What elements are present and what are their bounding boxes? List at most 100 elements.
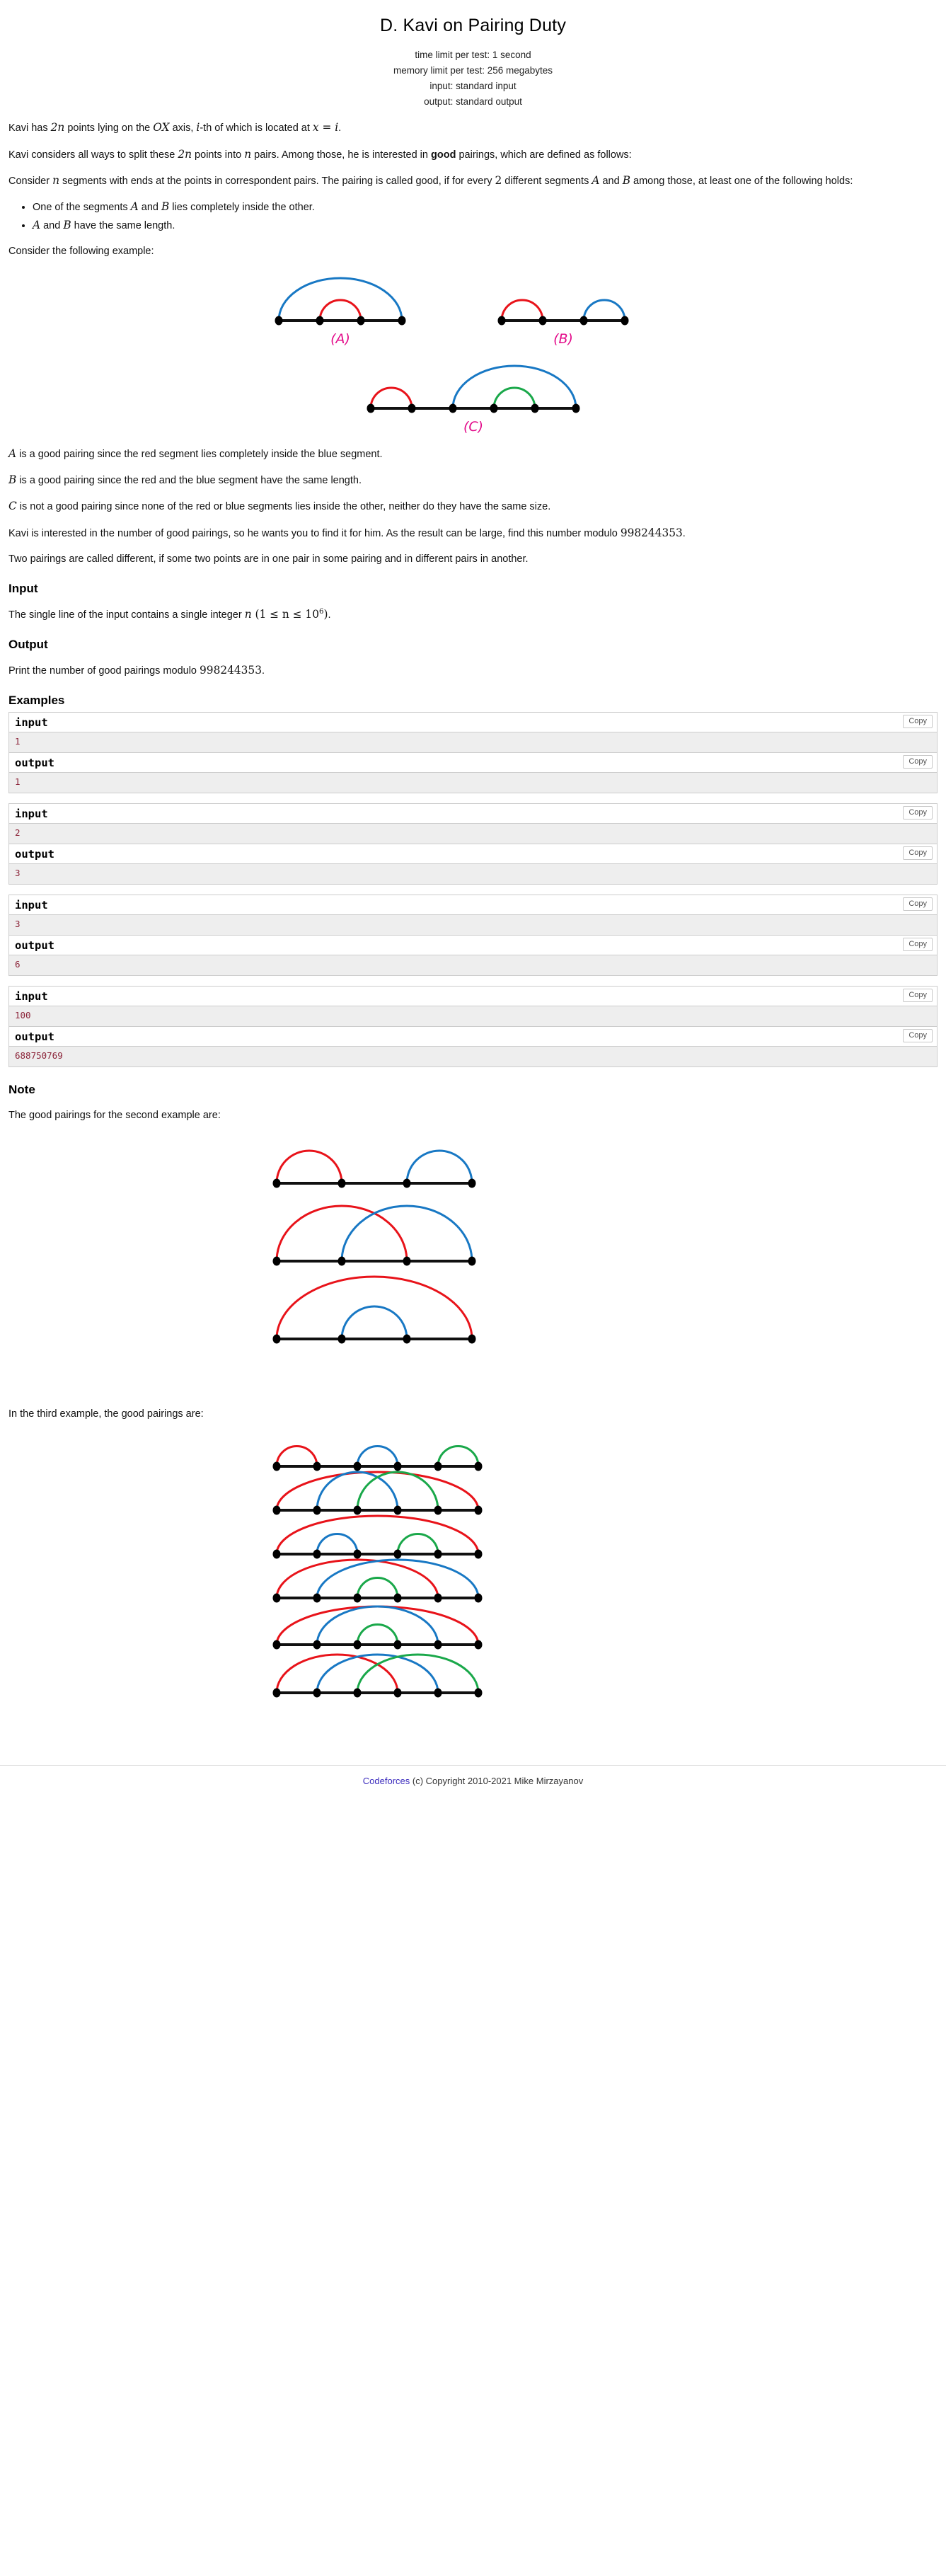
axis-point (490, 403, 497, 413)
note-line-1: The good pairings for the second example… (8, 1110, 221, 1122)
axis-point (313, 1549, 321, 1559)
axis-point (572, 403, 579, 413)
axis-point (468, 1334, 475, 1344)
sample-test: input Copy 2 output Copy 3 (8, 803, 938, 885)
axis-point (338, 1334, 345, 1344)
axis-point (579, 316, 587, 326)
copy-output-button[interactable]: Copy (903, 1029, 933, 1043)
arc-blue (340, 1305, 408, 1340)
figure-note-n3 (0, 1432, 946, 1737)
axis-point (449, 403, 456, 413)
note-line-2: In the third example, the good pairings … (8, 1408, 204, 1420)
copy-output-button[interactable]: Copy (903, 938, 933, 952)
copy-input-button[interactable]: Copy (903, 715, 933, 729)
statement-paragraph-1: Kavi has 2n points lying on the OX axis,… (8, 120, 938, 135)
figure-note-n2 (0, 1134, 946, 1367)
text-fragment: . (261, 665, 265, 677)
axis-point (313, 1461, 321, 1471)
axis-point (398, 316, 405, 326)
axis-point (403, 1178, 410, 1188)
axis-point (272, 1549, 280, 1559)
text-fragment: and (40, 219, 64, 231)
arc-green (396, 1533, 439, 1556)
axis-point (272, 1688, 280, 1698)
codeforces-link[interactable]: Codeforces (363, 1776, 410, 1786)
sample-test: input Copy 1 output Copy 1 (8, 712, 938, 794)
math-2n: 2n (178, 147, 192, 161)
axis-point (393, 1461, 401, 1471)
sample-test: input Copy 100 output Copy 688750769 (8, 986, 938, 1068)
axis-point (531, 403, 538, 413)
axis-point (313, 1505, 321, 1515)
text-fragment: is a good pairing since the red segment … (16, 449, 383, 461)
axis-point (403, 1334, 410, 1344)
copy-output-button[interactable]: Copy (903, 755, 933, 769)
axis-point (474, 1549, 482, 1559)
math-n: n (244, 608, 252, 621)
arc-green (492, 386, 536, 410)
text-fragment: Kavi considers all ways to split these (8, 149, 178, 161)
arc-red (275, 1514, 479, 1556)
axis-point (474, 1688, 482, 1698)
axis-point (468, 1256, 475, 1266)
math-a: A (33, 218, 41, 231)
copyright-text: (c) Copyright 2010-2021 Mike Mirzayanov (410, 1776, 584, 1787)
text-fragment: is not a good pairing since none of the … (16, 501, 551, 513)
math-modulus: 998244353 (620, 526, 683, 539)
axis-point (393, 1549, 401, 1559)
axis-point (338, 1178, 345, 1188)
arc-blue (582, 299, 625, 322)
text-fragment: . (328, 609, 331, 621)
sample-output-header: output Copy (9, 844, 937, 865)
math-n: n (244, 147, 252, 161)
axis-point (272, 1256, 280, 1266)
math-b: B (63, 218, 71, 231)
note-section-title: Note (8, 1083, 35, 1097)
copy-input-button[interactable]: Copy (903, 897, 933, 912)
copy-output-button[interactable]: Copy (903, 846, 933, 861)
arc-green (356, 1653, 479, 1694)
text-fragment: Kavi is interested in the number of good… (8, 527, 621, 539)
axis-point (434, 1640, 442, 1650)
sample-input-header: input Copy (9, 713, 937, 733)
copy-input-button[interactable]: Copy (903, 989, 933, 1003)
page-footer: Codeforces (c) Copyright 2010-2021 Mike … (0, 1765, 946, 1786)
text-fragment: segments with ends at the points in corr… (59, 175, 495, 187)
text-fragment: have the same length. (71, 219, 175, 231)
sample-input-value: 3 (9, 915, 937, 936)
figure-label: (B) (553, 331, 573, 347)
sample-output-value: 688750769 (9, 1047, 937, 1068)
sample-input-value: 1 (9, 732, 937, 754)
output-section-body: Print the number of good pairings modulo… (8, 663, 938, 678)
axis-point (468, 1178, 475, 1188)
sample-input-header: input Copy (9, 804, 937, 824)
math-a: A (8, 447, 17, 461)
input-section-title: Input (8, 581, 38, 595)
arc-red (500, 299, 543, 322)
arc-diagram-n3-group (272, 1445, 482, 1698)
sample-output-value: 3 (9, 864, 937, 885)
copy-input-button[interactable]: Copy (903, 806, 933, 820)
arc-red (275, 1445, 318, 1468)
math-n: n (52, 173, 59, 187)
problem-header: D. Kavi on Pairing Duty time limit per t… (0, 0, 946, 109)
text-fragment: and (599, 175, 623, 187)
axis-point (393, 1593, 401, 1603)
axis-point (313, 1688, 321, 1698)
statement-paragraph-5: Two pairings are called different, if so… (8, 553, 529, 565)
axis-point (353, 1549, 361, 1559)
arc-blue (356, 1445, 398, 1468)
axis-point (313, 1593, 321, 1603)
axis-point (474, 1505, 482, 1515)
axis-point (272, 1640, 280, 1650)
arc-red (318, 299, 362, 322)
output-spec: output: standard output (424, 96, 522, 107)
axis-point (353, 1505, 361, 1515)
emphasis-good: good (431, 149, 456, 161)
problem-statement: Kavi has 2n points lying on the OX axis,… (0, 120, 946, 708)
memory-limit: memory limit per test: 256 megabytes (393, 64, 553, 76)
text-fragment: The single line of the input contains a … (8, 609, 245, 621)
axis-point (474, 1461, 482, 1471)
explanation-a: A is a good pairing since the red segmen… (8, 447, 938, 461)
figure-example-ab: (A) (B) (8, 270, 938, 347)
